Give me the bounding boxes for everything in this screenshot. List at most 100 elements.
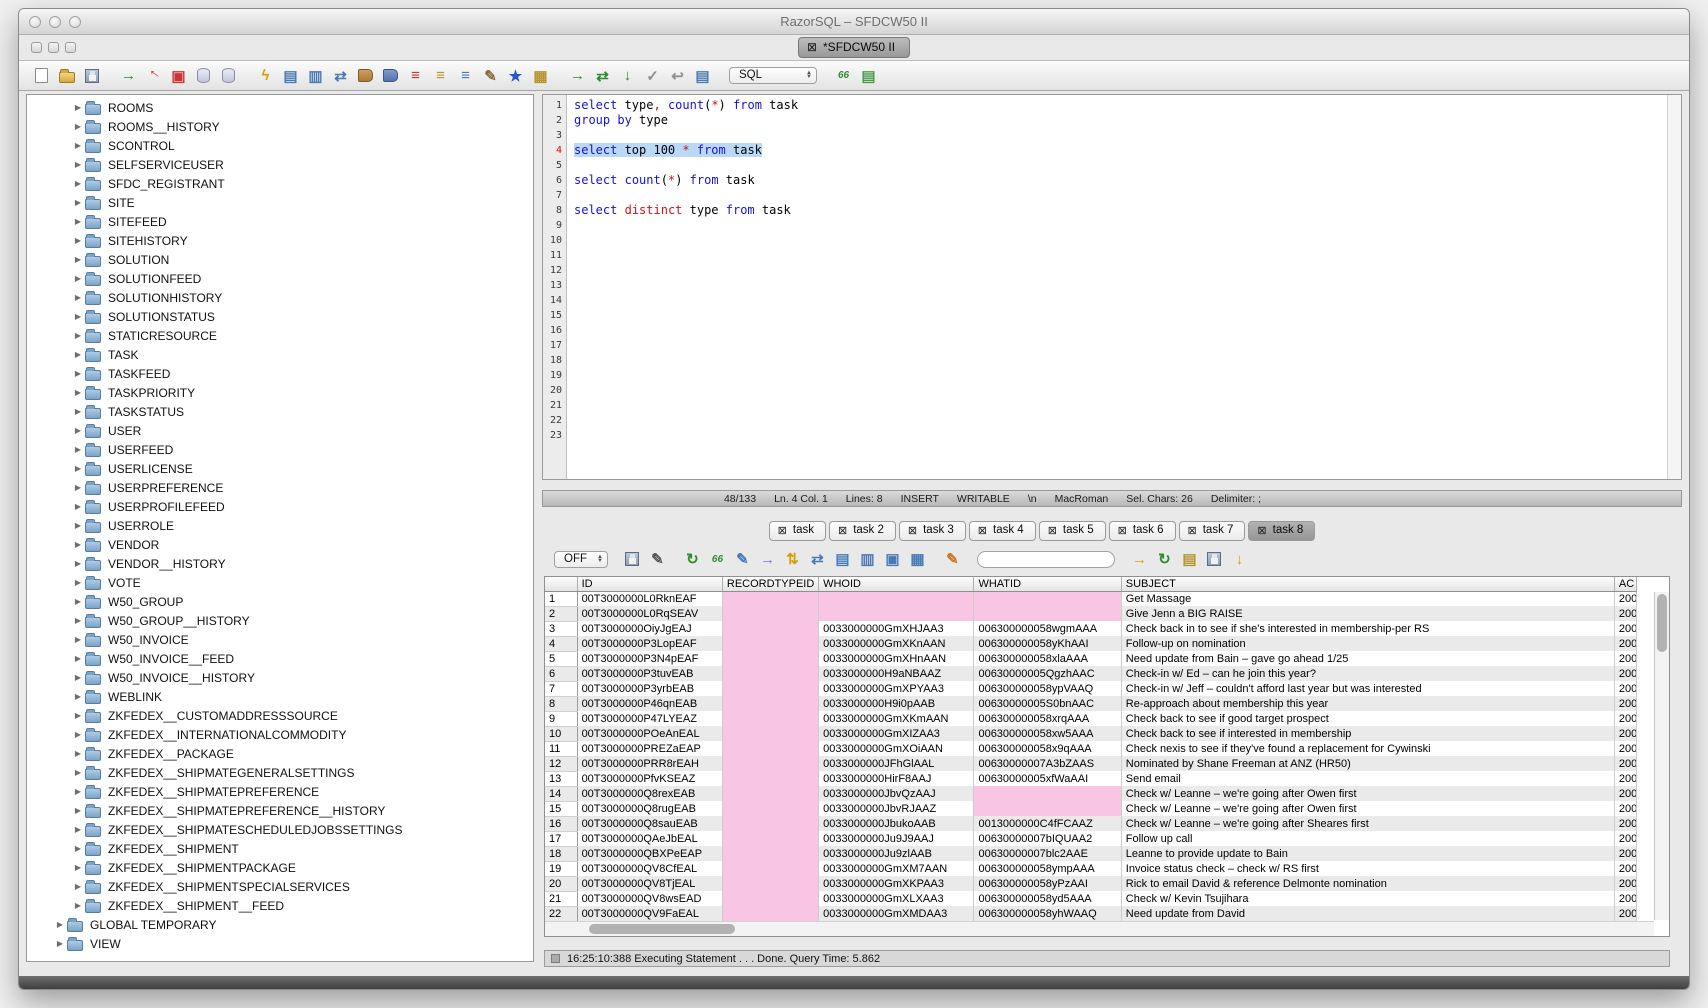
highlight-pen-icon[interactable]: ✎ [942, 549, 963, 570]
frame-restore-button[interactable] [48, 42, 59, 53]
tree-item-zkfedex-shipmatescheduledjobssettings[interactable]: ▶ZKFEDEX__SHIPMATESCHEDULEDJOBSSETTINGS [27, 820, 533, 839]
table-cell[interactable]: 006300000058xrqAAA [974, 711, 1121, 726]
code-line[interactable]: select top 100 * from task [574, 143, 1667, 158]
code-line[interactable] [574, 428, 1667, 443]
code-line[interactable] [574, 353, 1667, 368]
table-cell[interactable]: 0033000000GmXHnAAN [819, 651, 974, 666]
result-tab-close-icon[interactable]: ⊠ [978, 524, 987, 537]
table-cell[interactable] [974, 606, 1121, 621]
code-line[interactable] [574, 338, 1667, 353]
table-cell[interactable]: 0033000000GmXPYAA3 [819, 681, 974, 696]
result-tab-task-8[interactable]: ⊠task 8 [1248, 521, 1315, 541]
code-line[interactable] [574, 158, 1667, 173]
table-cell[interactable]: Need update from David [1121, 906, 1614, 921]
disclosure-triangle-icon[interactable]: ▶ [71, 312, 85, 321]
table-cell[interactable]: Leanne to provide update to Bain [1121, 846, 1614, 861]
disclosure-triangle-icon[interactable]: ▶ [71, 255, 85, 264]
view-record-icon[interactable]: ▥ [857, 549, 878, 570]
disclosure-triangle-icon[interactable]: ▶ [71, 464, 85, 473]
sql-editor[interactable]: 1234567891011121314151617181920212223 se… [542, 94, 1682, 480]
tree-item-solution[interactable]: ▶SOLUTION [27, 250, 533, 269]
document-tab[interactable]: ⊠ *SFDCW50 II [798, 37, 910, 58]
table-row[interactable]: 2100T3000000QV8wsEAD0033000000GmXLXAA300… [545, 891, 1637, 906]
code-line[interactable] [574, 248, 1667, 263]
copy-selection-icon[interactable]: ▣ [882, 549, 903, 570]
table-cell[interactable]: 00T3000000Q8sauEAB [577, 816, 722, 831]
table-cell[interactable]: Check w/ Leanne – we're going after Shea… [1121, 816, 1614, 831]
results-search-input[interactable] [977, 551, 1115, 568]
tree-item-zkfedex-shipment[interactable]: ▶ZKFEDEX__SHIPMENT [27, 839, 533, 858]
table-cell[interactable]: 200 [1614, 756, 1636, 771]
code-line[interactable] [574, 233, 1667, 248]
result-tab-task-2[interactable]: ⊠task 2 [829, 521, 896, 541]
table-cell[interactable] [722, 726, 818, 741]
tree-item-userpreference[interactable]: ▶USERPREFERENCE [27, 478, 533, 497]
code-line[interactable] [574, 323, 1667, 338]
table-cell[interactable]: 006300000058wgmAAA [974, 621, 1121, 636]
table-cell[interactable]: 00630000007blc2AAE [974, 846, 1121, 861]
editor-scrollbar[interactable] [1667, 95, 1681, 479]
traffic-light-zoom[interactable] [69, 16, 81, 28]
table-cell[interactable]: 00T3000000PRR8rEAH [577, 756, 722, 771]
result-tab-task-5[interactable]: ⊠task 5 [1039, 521, 1106, 541]
tree-item-zkfedex-shipmentspecialservices[interactable]: ▶ZKFEDEX__SHIPMENTSPECIALSERVICES [27, 877, 533, 896]
table-cell[interactable]: 00630000007A3bZAAS [974, 756, 1121, 771]
code-line[interactable] [574, 278, 1667, 293]
result-tab-close-icon[interactable]: ⊠ [1118, 524, 1127, 537]
table-cell[interactable]: Rick to email David & reference Delmonte… [1121, 876, 1614, 891]
table-cell[interactable]: Check-in w/ Ed – can he join this year? [1121, 666, 1614, 681]
disclosure-triangle-icon[interactable]: ▶ [71, 768, 85, 777]
scrollbar-thumb[interactable] [1657, 594, 1667, 652]
code-line[interactable] [574, 263, 1667, 278]
tree-item-solutionstatus[interactable]: ▶SOLUTIONSTATUS [27, 307, 533, 326]
execute-sql-icon[interactable]: → [567, 65, 588, 86]
code-line[interactable] [574, 188, 1667, 203]
column-info-icon[interactable]: ≡ [405, 65, 426, 86]
export-data-icon[interactable]: ▥ [305, 65, 326, 86]
open-file-icon[interactable] [56, 65, 77, 86]
edit-sql-icon[interactable]: ≡ [455, 65, 476, 86]
table-cell[interactable] [722, 651, 818, 666]
table-row[interactable]: 100T3000000L0RknEAFGet Massage200 [545, 591, 1637, 606]
code-line[interactable]: select count(*) from task [574, 173, 1667, 188]
disclosure-triangle-icon[interactable]: ▶ [71, 122, 85, 131]
code-line[interactable] [574, 308, 1667, 323]
tab-close-icon[interactable]: ⊠ [807, 40, 817, 54]
tree-item-w50-group-history[interactable]: ▶W50_GROUP__HISTORY [27, 611, 533, 630]
table-cell[interactable]: 00T3000000QV9FaEAL [577, 906, 722, 921]
view-log-icon[interactable]: ▤ [692, 65, 713, 86]
result-tab-task-7[interactable]: ⊠task 7 [1179, 521, 1246, 541]
table-cell[interactable]: 00630000005S0bnAAC [974, 696, 1121, 711]
table-row[interactable]: 1200T3000000PRR8rEAH0033000000JFhGlAAL00… [545, 756, 1637, 771]
table-cell[interactable]: 00T3000000PfvKSEAZ [577, 771, 722, 786]
tree-item-sfdc-registrant[interactable]: ▶SFDC_REGISTRANT [27, 174, 533, 193]
tree-item-rooms[interactable]: ▶ROOMS [27, 98, 533, 117]
table-cell[interactable]: Check nexis to see if they've found a re… [1121, 741, 1614, 756]
disclosure-triangle-icon[interactable]: ▶ [71, 597, 85, 606]
table-cell[interactable]: Check w/ Leanne – we're going after Owen… [1121, 786, 1614, 801]
disclosure-triangle-icon[interactable]: ▶ [71, 236, 85, 245]
disclosure-triangle-icon[interactable]: ▶ [71, 578, 85, 587]
transfer-data-icon[interactable]: ▦ [907, 549, 928, 570]
table-cell[interactable]: 006300000058ypVAAQ [974, 681, 1121, 696]
view-glasses-icon[interactable]: 66 [833, 65, 854, 86]
table-cell[interactable]: Check w/ Leanne – we're going after Owen… [1121, 801, 1614, 816]
table-row[interactable]: 1300T3000000PfvKSEAZ0033000000HirF8AAJ00… [545, 771, 1637, 786]
result-tab-close-icon[interactable]: ⊠ [838, 524, 847, 537]
tree-item-vote[interactable]: ▶VOTE [27, 573, 533, 592]
disclosure-triangle-icon[interactable]: ▶ [71, 217, 85, 226]
table-row[interactable]: 1900T3000000QV8CfEAL0033000000GmXM7AAN00… [545, 861, 1637, 876]
save-icon[interactable] [81, 65, 102, 86]
tree-item-w50-invoice-feed[interactable]: ▶W50_INVOICE__FEED [27, 649, 533, 668]
table-cell[interactable] [722, 681, 818, 696]
code-line[interactable]: select type, count(*) from task [574, 98, 1667, 113]
table-cell[interactable]: 200 [1614, 816, 1636, 831]
tree-item-sitehistory[interactable]: ▶SITEHISTORY [27, 231, 533, 250]
grid-vertical-scrollbar[interactable] [1654, 592, 1669, 920]
disclosure-triangle-icon[interactable]: ▶ [71, 388, 85, 397]
table-cell[interactable] [819, 591, 974, 606]
table-cell[interactable]: Give Jenn a BIG RAISE [1121, 606, 1614, 621]
tree-item-w50-invoice[interactable]: ▶W50_INVOICE [27, 630, 533, 649]
table-cell[interactable] [722, 741, 818, 756]
sql-mode-select[interactable]: SQL ▲▼ [729, 67, 817, 84]
